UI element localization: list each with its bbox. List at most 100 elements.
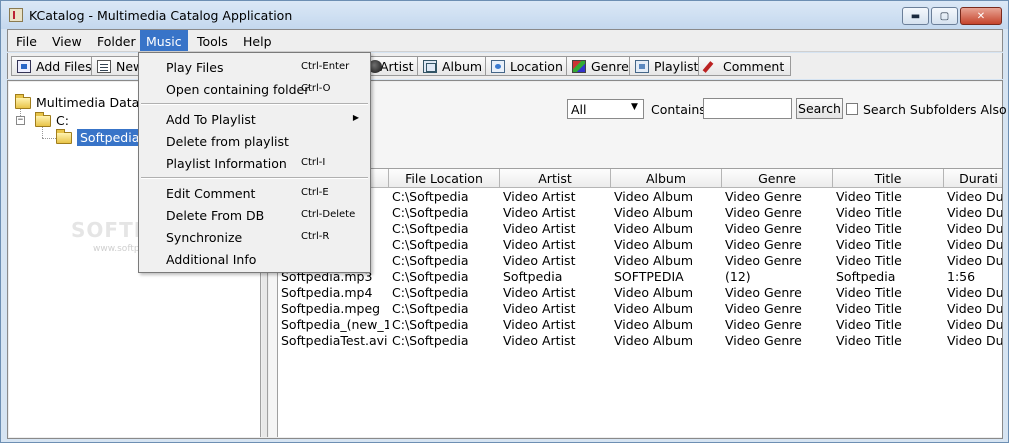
table-cell[interactable]: Video Title (833, 317, 944, 333)
table-cell[interactable]: Video Title (833, 237, 944, 253)
table-cell[interactable]: Video Durat (944, 317, 1002, 333)
close-button[interactable]: ✕ (960, 7, 1002, 25)
table-cell[interactable]: Softpedia (833, 269, 944, 285)
table-cell[interactable]: Video Album (611, 221, 722, 237)
table-cell[interactable]: C:\Softpedia (389, 237, 500, 253)
table-cell[interactable]: Video Genre (722, 221, 833, 237)
table-cell[interactable]: C:\Softpedia (389, 221, 500, 237)
table-cell[interactable]: Video Artist (500, 189, 611, 205)
search-input[interactable] (703, 98, 792, 119)
comment-button[interactable]: Comment (698, 56, 792, 76)
table-cell[interactable]: Video Genre (722, 237, 833, 253)
table-cell[interactable]: Video Title (833, 189, 944, 205)
table-cell[interactable]: Video Durat (944, 189, 1002, 205)
table-cell[interactable]: Video Durat (944, 301, 1002, 317)
menu-help[interactable]: Help (237, 30, 278, 51)
column-header-title[interactable]: Title (833, 169, 944, 188)
location-button[interactable]: Location (485, 56, 570, 76)
menu-item-edit-comment[interactable]: Edit Comment Ctrl-E (140, 182, 369, 204)
table-cell[interactable]: Video Artist (500, 285, 611, 301)
table-cell[interactable]: Video Album (611, 333, 722, 349)
collapse-toggle-icon[interactable]: − (16, 116, 25, 125)
table-cell[interactable]: C:\Softpedia (389, 285, 500, 301)
menu-item-synchronize[interactable]: Synchronize Ctrl-R (140, 226, 369, 248)
table-cell[interactable]: Video Durat (944, 253, 1002, 269)
table-cell[interactable]: SOFTPEDIA (611, 269, 722, 285)
menu-item-add-to-playlist[interactable]: Add To Playlist ▶ (140, 108, 369, 130)
table-cell[interactable]: Video Artist (500, 301, 611, 317)
table-cell[interactable]: Video Genre (722, 301, 833, 317)
column-header-file-location[interactable]: File Location (389, 169, 500, 188)
table-cell[interactable]: Video Genre (722, 333, 833, 349)
table-cell[interactable]: Video Album (611, 317, 722, 333)
table-cell[interactable]: C:\Softpedia (389, 333, 500, 349)
table-cell[interactable]: Video Genre (722, 317, 833, 333)
menu-item-playlist-information[interactable]: Playlist Information Ctrl-I (140, 152, 369, 174)
table-cell[interactable]: (12) (722, 269, 833, 285)
table-cell[interactable]: Video Title (833, 205, 944, 221)
minimize-button[interactable]: ▬ (902, 7, 929, 25)
table-cell-file-name[interactable]: Softpedia.mp4 (278, 285, 389, 301)
table-cell[interactable]: Video Title (833, 301, 944, 317)
column-header-duration[interactable]: Durati (944, 169, 1002, 188)
table-cell[interactable]: Video Artist (500, 221, 611, 237)
genre-button[interactable]: Genre (566, 56, 636, 76)
table-cell[interactable]: Video Genre (722, 205, 833, 221)
menu-item-delete-from-playlist[interactable]: Delete from playlist (140, 130, 369, 152)
add-files-button[interactable]: Add Files (11, 56, 99, 76)
table-cell[interactable]: C:\Softpedia (389, 317, 500, 333)
table-cell[interactable]: C:\Softpedia (389, 269, 500, 285)
table-cell[interactable]: Video Album (611, 301, 722, 317)
table-cell[interactable]: Video Album (611, 237, 722, 253)
menu-item-play-files[interactable]: Play Files Ctrl-Enter (140, 56, 369, 78)
album-button[interactable]: Album (417, 56, 490, 76)
table-cell[interactable]: 1:56 (944, 269, 1002, 285)
search-button[interactable]: Search (796, 98, 843, 119)
table-cell[interactable]: Video Album (611, 189, 722, 205)
table-cell[interactable]: Video Artist (500, 333, 611, 349)
menu-file[interactable]: File (10, 30, 43, 51)
table-cell-file-name[interactable]: Softpedia.mpeg (278, 301, 389, 317)
menu-tools[interactable]: Tools (191, 30, 234, 51)
column-header-genre[interactable]: Genre (722, 169, 833, 188)
table-cell[interactable]: Video Genre (722, 285, 833, 301)
table-cell[interactable]: Video Artist (500, 237, 611, 253)
menu-item-additional-info[interactable]: Additional Info (140, 248, 369, 270)
search-subfolders-checkbox[interactable] (846, 103, 858, 115)
table-cell[interactable]: C:\Softpedia (389, 301, 500, 317)
table-cell[interactable]: C:\Softpedia (389, 205, 500, 221)
table-cell[interactable]: Video Genre (722, 253, 833, 269)
column-header-artist[interactable]: Artist (500, 169, 611, 188)
title-bar[interactable]: KCatalog - Multimedia Catalog Applicatio… (1, 1, 1008, 29)
maximize-button[interactable]: ▢ (931, 7, 958, 25)
table-cell[interactable]: Video Title (833, 285, 944, 301)
menu-music[interactable]: Music (140, 30, 188, 51)
table-cell[interactable]: Video Durat (944, 205, 1002, 221)
table-cell-file-name[interactable]: SoftpediaTest.avi (278, 333, 389, 349)
table-cell[interactable]: Video Title (833, 221, 944, 237)
table-cell[interactable]: Softpedia (500, 269, 611, 285)
playlist-button[interactable]: Playlist (629, 56, 706, 76)
table-cell[interactable]: Video Durat (944, 221, 1002, 237)
table-cell-file-name[interactable]: Softpedia_(new_1).... (278, 317, 389, 333)
menu-view[interactable]: View (46, 30, 88, 51)
tree-node-softpedia[interactable]: Softpedia (56, 129, 143, 148)
table-cell[interactable]: Video Artist (500, 205, 611, 221)
table-cell[interactable]: Video Album (611, 253, 722, 269)
table-cell[interactable]: Video Genre (722, 189, 833, 205)
table-cell[interactable]: Video Title (833, 253, 944, 269)
table-cell[interactable]: Video Artist (500, 317, 611, 333)
menu-item-open-containing-folder[interactable]: Open containing folder Ctrl-O (140, 78, 369, 100)
column-header-album[interactable]: Album (611, 169, 722, 188)
table-cell[interactable]: Video Artist (500, 253, 611, 269)
table-cell[interactable]: C:\Softpedia (389, 189, 500, 205)
menu-item-delete-from-db[interactable]: Delete From DB Ctrl-Delete (140, 204, 369, 226)
filter-select[interactable]: All ▼ (567, 99, 644, 119)
files-table[interactable]: File Location Artist Album Genre Title D… (277, 168, 1002, 437)
menu-folder[interactable]: Folder (91, 30, 142, 51)
table-cell[interactable]: Video Durat (944, 237, 1002, 253)
table-cell[interactable]: Video Durat (944, 333, 1002, 349)
table-cell[interactable]: C:\Softpedia (389, 253, 500, 269)
table-cell[interactable]: Video Album (611, 285, 722, 301)
table-cell[interactable]: Video Album (611, 205, 722, 221)
